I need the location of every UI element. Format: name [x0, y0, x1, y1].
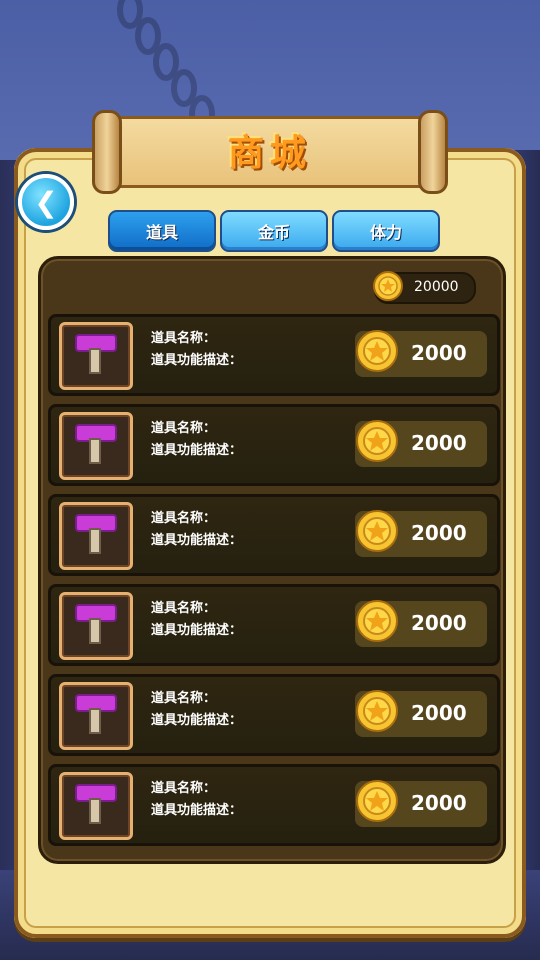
item-description-label: 道具功能描述：: [151, 353, 243, 368]
hammer-icon: [59, 682, 133, 750]
shop-item-row[interactable]: 道具名称： 道具功能描述： 2000: [48, 404, 500, 486]
page-title: 商城: [227, 133, 312, 174]
item-description-label: 道具功能描述：: [151, 803, 243, 818]
buy-button[interactable]: 2000: [355, 330, 487, 377]
coin-icon: [356, 510, 398, 552]
item-price: 2000: [411, 341, 467, 365]
coin-balance-value: 20000: [414, 279, 459, 295]
hammer-icon: [59, 772, 133, 840]
item-description-label: 道具功能描述：: [151, 713, 243, 728]
hammer-icon: [59, 592, 133, 660]
item-description-label: 道具功能描述：: [151, 623, 243, 638]
coin-icon: [373, 271, 403, 301]
coin-icon: [356, 690, 398, 732]
buy-button[interactable]: 2000: [355, 690, 487, 737]
buy-button[interactable]: 2000: [355, 780, 487, 827]
title-banner: 商城: [86, 104, 454, 196]
tab-stamina-label: 体力: [369, 223, 402, 242]
tab-items[interactable]: 道具: [108, 210, 216, 252]
item-price: 2000: [411, 791, 467, 815]
hammer-icon: [59, 322, 133, 390]
tab-coins-label: 金币: [257, 223, 290, 242]
buy-button[interactable]: 2000: [355, 510, 487, 557]
item-name-label: 道具名称：: [151, 331, 217, 346]
tab-items-label: 道具: [145, 223, 178, 242]
tab-coins[interactable]: 金币: [220, 210, 328, 252]
shop-item-row[interactable]: 道具名称： 道具功能描述： 2000: [48, 494, 500, 576]
coin-icon: [356, 420, 398, 462]
item-price: 2000: [411, 431, 467, 455]
shop-item-row[interactable]: 道具名称： 道具功能描述： 2000: [48, 314, 500, 396]
item-description-label: 道具功能描述：: [151, 533, 243, 548]
coin-balance: 20000: [373, 271, 476, 304]
hammer-icon: [59, 502, 133, 570]
hammer-icon: [59, 412, 133, 480]
shop-item-row[interactable]: 道具名称： 道具功能描述： 2000: [48, 764, 500, 846]
item-price: 2000: [411, 701, 467, 725]
shop-tabs: 道具 金币 体力: [108, 210, 440, 252]
coin-icon: [356, 780, 398, 822]
item-name-label: 道具名称：: [151, 421, 217, 436]
buy-button[interactable]: 2000: [355, 600, 487, 647]
item-name-label: 道具名称：: [151, 691, 217, 706]
shop-item-row[interactable]: 道具名称： 道具功能描述： 2000: [48, 674, 500, 756]
item-name-label: 道具名称：: [151, 781, 217, 796]
shop-item-row[interactable]: 道具名称： 道具功能描述： 2000: [48, 584, 500, 666]
coin-icon: [356, 600, 398, 642]
item-price: 2000: [411, 611, 467, 635]
back-button[interactable]: ❮: [18, 174, 74, 230]
item-description-label: 道具功能描述：: [151, 443, 243, 458]
back-arrow-icon: ❮: [34, 185, 58, 219]
item-name-label: 道具名称：: [151, 511, 217, 526]
item-price: 2000: [411, 521, 467, 545]
buy-button[interactable]: 2000: [355, 420, 487, 467]
tab-stamina[interactable]: 体力: [332, 210, 440, 252]
coin-icon: [356, 330, 398, 372]
item-name-label: 道具名称：: [151, 601, 217, 616]
